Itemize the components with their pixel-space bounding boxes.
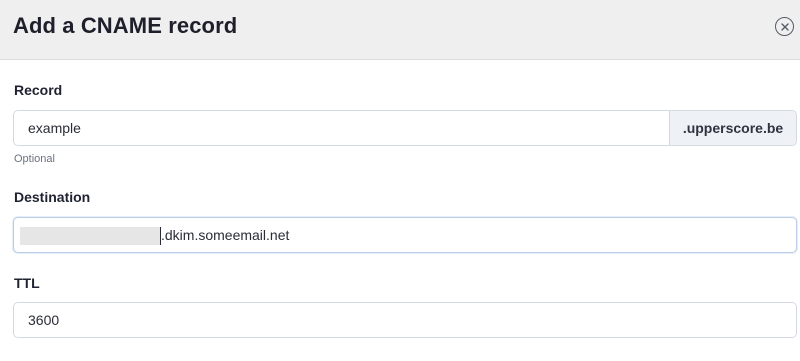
record-input-group: .upperscore.be	[13, 110, 797, 146]
domain-suffix-addon: .upperscore.be	[669, 111, 796, 145]
add-cname-dialog: Add a CNAME record Record .upperscore.be…	[0, 0, 800, 361]
ttl-input-group	[13, 302, 797, 338]
ttl-label: TTL	[14, 275, 40, 291]
destination-input[interactable]: .dkim.someemail.net	[13, 217, 797, 253]
close-icon	[780, 22, 789, 31]
ttl-input[interactable]	[14, 303, 796, 337]
record-hint: Optional	[14, 153, 55, 165]
close-button[interactable]	[775, 17, 794, 36]
destination-value: .dkim.someemail.net	[161, 227, 290, 243]
destination-label: Destination	[14, 189, 91, 205]
record-label: Record	[14, 82, 63, 98]
dialog-header: Add a CNAME record	[0, 0, 800, 60]
record-input[interactable]	[14, 111, 670, 145]
redacted-text-block	[20, 227, 160, 245]
dialog-title: Add a CNAME record	[13, 13, 238, 38]
